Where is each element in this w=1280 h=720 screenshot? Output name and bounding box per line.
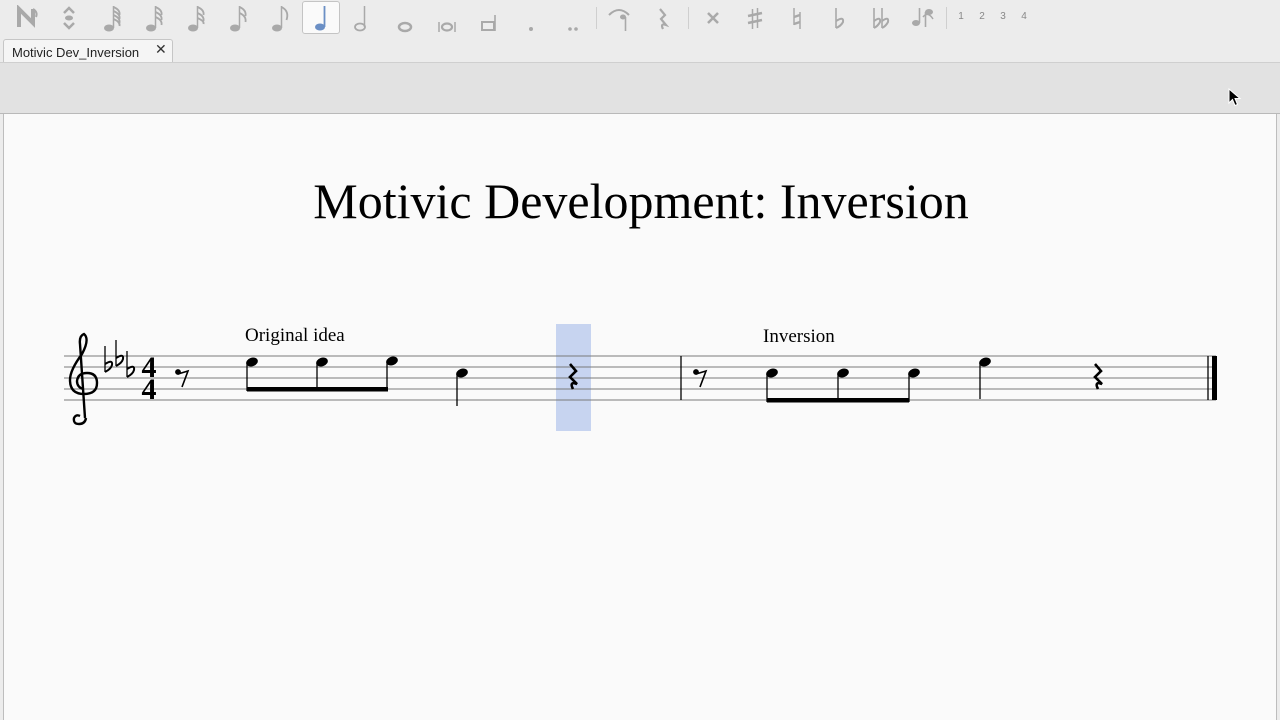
toolbar-separator bbox=[946, 7, 947, 29]
voice-1-button[interactable]: 1 bbox=[954, 11, 968, 22]
whole-note-icon[interactable] bbox=[386, 0, 424, 35]
score-page[interactable]: Motivic Development: Inversion Original … bbox=[3, 114, 1277, 720]
note-input-mode-icon[interactable] bbox=[9, 0, 47, 35]
staff-lines bbox=[64, 355, 1216, 401]
flip-direction-icon[interactable] bbox=[904, 0, 942, 35]
score-tab[interactable]: Motivic Dev_Inversion ✕ bbox=[3, 39, 173, 62]
score-tab-label: Motivic Dev_Inversion bbox=[12, 45, 140, 60]
voice-3-button[interactable]: 3 bbox=[996, 11, 1010, 22]
64th-note-icon[interactable] bbox=[136, 0, 174, 35]
beam[interactable] bbox=[247, 387, 388, 392]
measure-2 bbox=[693, 356, 1103, 403]
half-note-icon[interactable] bbox=[344, 0, 382, 35]
key-signature-three-flats[interactable] bbox=[104, 340, 136, 378]
quarter-note-icon[interactable] bbox=[302, 1, 340, 34]
eighth-note-f5[interactable] bbox=[385, 355, 399, 391]
rest-icon[interactable] bbox=[644, 0, 682, 35]
document-tab-bar: Motivic Dev_Inversion ✕ bbox=[0, 36, 1280, 63]
quarter-note-eb5[interactable] bbox=[978, 356, 992, 399]
eighth-note-eb5[interactable] bbox=[315, 356, 329, 391]
beam[interactable] bbox=[767, 398, 909, 403]
mouse-pointer-icon bbox=[1228, 88, 1242, 107]
tie-icon[interactable] bbox=[600, 0, 638, 35]
time-signature-denominator[interactable]: 4 bbox=[142, 373, 157, 406]
double-sharp-icon[interactable] bbox=[694, 0, 732, 35]
eighth-note-eb5[interactable] bbox=[245, 356, 259, 391]
score-view-header bbox=[0, 63, 1280, 114]
eighth-note-c5[interactable] bbox=[836, 367, 850, 402]
flat-icon[interactable] bbox=[820, 0, 858, 35]
voice-2-button[interactable]: 2 bbox=[975, 11, 989, 22]
measure-1 bbox=[175, 355, 578, 406]
toolbar-separator bbox=[596, 7, 597, 29]
sharp-icon[interactable] bbox=[736, 0, 774, 35]
128th-note-icon[interactable] bbox=[94, 0, 132, 35]
eighth-note-c5[interactable] bbox=[907, 367, 921, 402]
16th-note-icon[interactable] bbox=[220, 0, 258, 35]
natural-icon[interactable] bbox=[778, 0, 816, 35]
treble-clef-icon[interactable] bbox=[68, 332, 99, 426]
note-input-toolbar: 1 2 3 4 bbox=[0, 0, 1280, 36]
double-dot-icon[interactable] bbox=[554, 0, 592, 35]
default-notehead-icon[interactable] bbox=[50, 0, 88, 35]
augmentation-dot-icon[interactable] bbox=[512, 0, 550, 35]
breve-icon[interactable] bbox=[428, 0, 466, 35]
eighth-note-icon[interactable] bbox=[262, 0, 300, 35]
voice-4-button[interactable]: 4 bbox=[1017, 11, 1031, 22]
close-tab-icon[interactable]: ✕ bbox=[155, 42, 167, 58]
quarter-rest[interactable] bbox=[1093, 363, 1103, 390]
eighth-note-c5[interactable] bbox=[765, 367, 779, 402]
toolbar-separator bbox=[688, 7, 689, 29]
longa-icon[interactable] bbox=[470, 0, 508, 35]
staff-system: 4 4 bbox=[64, 324, 1217, 431]
double-flat-icon[interactable] bbox=[862, 0, 900, 35]
32nd-note-icon[interactable] bbox=[178, 0, 216, 35]
